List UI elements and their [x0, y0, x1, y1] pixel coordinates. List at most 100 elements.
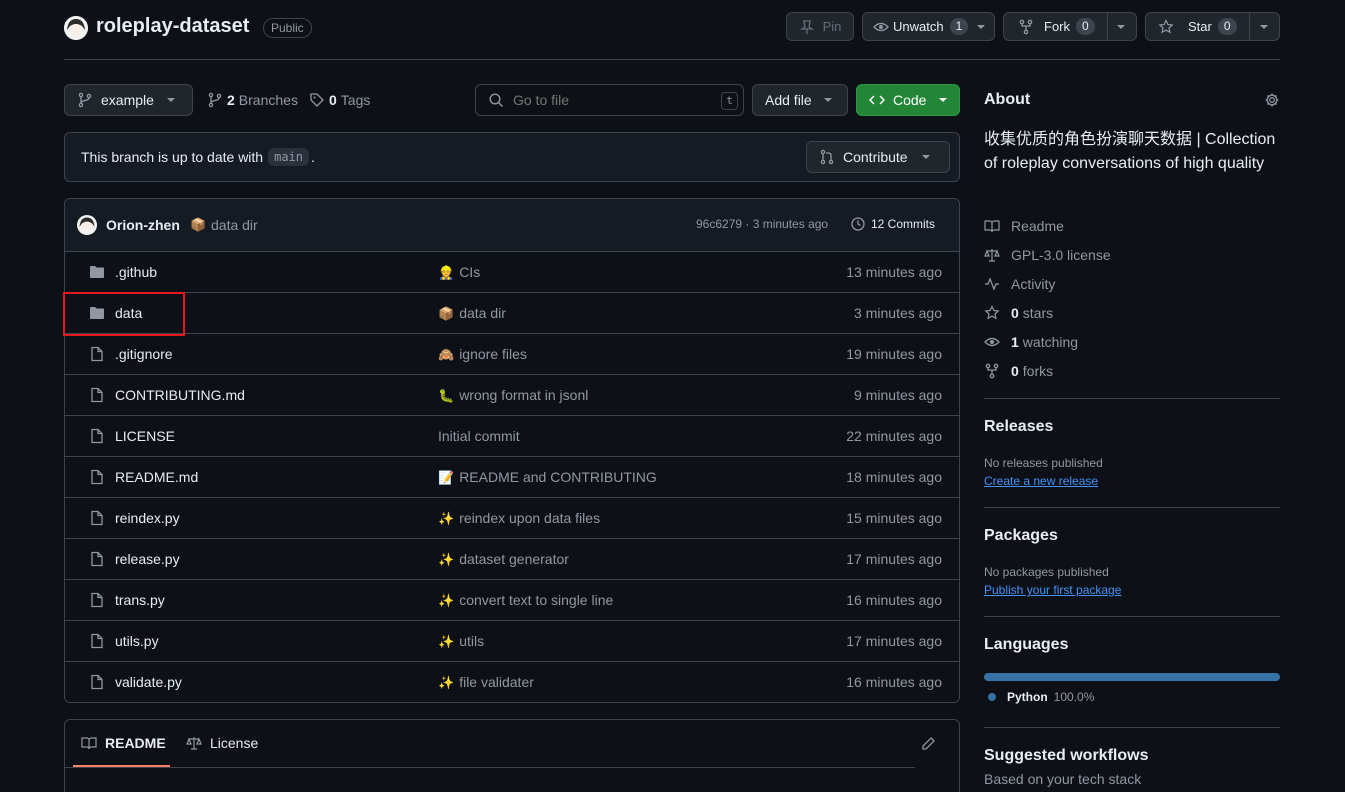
- file-name[interactable]: reindex.py: [115, 510, 180, 526]
- pin-button[interactable]: Pin: [786, 12, 854, 41]
- file-commit-message[interactable]: ✨ convert text to single line: [438, 592, 613, 609]
- tags-link[interactable]: 0 Tags: [309, 92, 370, 108]
- commits-link[interactable]: 12 Commits: [850, 216, 935, 232]
- file-row[interactable]: data 📦 data dir 3 minutes ago: [65, 292, 959, 333]
- language-item[interactable]: Python 100.0%: [988, 690, 1094, 704]
- file-row[interactable]: release.py ✨ dataset generator 17 minutes a…: [65, 538, 959, 579]
- file-row[interactable]: .gitignore 🙈 ignore files 19 minutes ago: [65, 333, 959, 374]
- commit-message[interactable]: data dir: [211, 217, 258, 233]
- tab-readme[interactable]: README: [81, 735, 166, 751]
- branches-link[interactable]: 2 Branches: [207, 92, 298, 108]
- branch-status-text: This branch is up to date with: [81, 149, 264, 165]
- forks-count: 0: [1011, 363, 1019, 379]
- file-commit-message[interactable]: ✨ file validater: [438, 674, 534, 691]
- watching-link[interactable]: 1 watching: [984, 334, 1078, 350]
- repo-avatar[interactable]: [64, 16, 88, 40]
- file-time: 9 minutes ago: [854, 387, 942, 403]
- commit-hash-time[interactable]: 96c6279 · 3 minutes ago: [696, 217, 828, 231]
- readme-link-label: Readme: [1011, 218, 1064, 234]
- file-row[interactable]: reindex.py ✨ reindex upon data files 15 min…: [65, 497, 959, 538]
- commit-emoji: 🐛: [438, 388, 455, 403]
- stars-label: stars: [1022, 305, 1054, 321]
- contribute-label: Contribute: [843, 149, 908, 165]
- file-name[interactable]: .github: [115, 264, 157, 280]
- file-name[interactable]: utils.py: [115, 633, 159, 649]
- create-release-link[interactable]: Create a new release: [984, 474, 1098, 488]
- packages-title[interactable]: Packages: [984, 527, 1058, 545]
- file-name[interactable]: trans.py: [115, 592, 165, 608]
- file-name[interactable]: README.md: [115, 469, 198, 485]
- about-title: About: [984, 91, 1031, 108]
- commit-emoji: 📝: [438, 470, 455, 485]
- license-link[interactable]: GPL-3.0 license: [984, 247, 1111, 263]
- file-time: 13 minutes ago: [846, 264, 942, 280]
- file-row[interactable]: validate.py ✨ file validater 16 minutes ago: [65, 661, 959, 702]
- add-file-label: Add file: [765, 92, 812, 108]
- star-icon: [984, 305, 1000, 320]
- file-commit-message[interactable]: 📦 data dir: [438, 305, 506, 322]
- stars-link[interactable]: 0 stars: [984, 305, 1053, 321]
- tags-count: 0: [329, 92, 337, 108]
- contribute-button[interactable]: Contribute: [806, 141, 950, 173]
- about-settings-button[interactable]: [1264, 92, 1280, 108]
- star-icon: [1158, 18, 1174, 33]
- eye-icon: [984, 337, 1000, 347]
- activity-link[interactable]: Activity: [984, 276, 1055, 292]
- file-row[interactable]: trans.py ✨ convert text to single line 16 m…: [65, 579, 959, 620]
- unwatch-caret-icon[interactable]: [977, 24, 986, 29]
- file-commit-message[interactable]: 🐛 wrong format in jsonl: [438, 387, 588, 404]
- tag-icon: [310, 93, 324, 107]
- file-row[interactable]: LICENSE Initial commit 22 minutes ago: [65, 415, 959, 456]
- edit-readme-button[interactable]: [920, 736, 936, 752]
- file-commit-message[interactable]: 🙈 ignore files: [438, 346, 527, 363]
- commit-author[interactable]: Orion-zhen: [106, 217, 180, 233]
- tab-license[interactable]: License: [186, 735, 258, 751]
- pin-icon: [799, 19, 814, 34]
- file-commit-message[interactable]: ✨ reindex upon data files: [438, 510, 600, 527]
- repo-name[interactable]: roleplay-dataset: [96, 15, 249, 38]
- add-file-button[interactable]: Add file: [752, 84, 848, 116]
- publish-package-link[interactable]: Publish your first package: [984, 583, 1121, 597]
- file-row[interactable]: CONTRIBUTING.md 🐛 wrong format in jsonl 9 m…: [65, 374, 959, 415]
- file-name[interactable]: LICENSE: [115, 428, 175, 444]
- code-button[interactable]: Code: [856, 84, 960, 116]
- commit-emoji: ✨: [438, 675, 455, 690]
- file-row[interactable]: README.md 📝 README and CONTRIBUTING 18 minu…: [65, 456, 959, 497]
- law-icon: [984, 249, 1000, 262]
- file-name[interactable]: .gitignore: [115, 346, 173, 362]
- branch-ref[interactable]: main: [268, 148, 310, 166]
- star-caret-icon[interactable]: [1260, 25, 1268, 29]
- forks-link[interactable]: 0 forks: [984, 363, 1053, 379]
- file-commit-message[interactable]: 📝 README and CONTRIBUTING: [438, 469, 657, 486]
- fork-button[interactable]: Fork 0: [1003, 12, 1137, 41]
- activity-link-label: Activity: [1011, 276, 1056, 292]
- go-to-file-search[interactable]: t: [475, 84, 744, 116]
- file-time: 17 minutes ago: [846, 551, 942, 567]
- tab-readme-label: README: [105, 735, 166, 751]
- commit-emoji: ✨: [438, 552, 455, 567]
- readme-link[interactable]: Readme: [984, 218, 1064, 234]
- branch-select[interactable]: example: [64, 84, 193, 116]
- code-label: Code: [893, 92, 927, 108]
- unwatch-button[interactable]: Unwatch 1: [862, 12, 995, 41]
- file-name[interactable]: CONTRIBUTING.md: [115, 387, 245, 403]
- file-commit-message[interactable]: Initial commit: [438, 428, 520, 444]
- packages-empty: No packages published: [984, 565, 1109, 579]
- languages-title: Languages: [984, 636, 1069, 653]
- releases-title[interactable]: Releases: [984, 418, 1053, 436]
- file-row[interactable]: .github 👷 CIs 13 minutes ago: [65, 251, 959, 292]
- file-commit-message[interactable]: ✨ dataset generator: [438, 551, 569, 568]
- tabs-divider: [65, 767, 915, 768]
- file-icon: [89, 469, 105, 485]
- star-button[interactable]: Star 0: [1145, 12, 1280, 41]
- file-commit-message[interactable]: ✨ utils: [438, 633, 484, 650]
- search-input[interactable]: [513, 92, 713, 108]
- file-name[interactable]: validate.py: [115, 674, 182, 690]
- file-name[interactable]: release.py: [115, 551, 180, 567]
- commit-text: utils: [459, 633, 485, 649]
- file-commit-message[interactable]: 👷 CIs: [438, 264, 480, 281]
- branches-count: 2: [227, 92, 235, 108]
- fork-caret-icon[interactable]: [1117, 25, 1125, 29]
- file-row[interactable]: utils.py ✨ utils 17 minutes ago: [65, 620, 959, 661]
- author-avatar[interactable]: [77, 215, 97, 235]
